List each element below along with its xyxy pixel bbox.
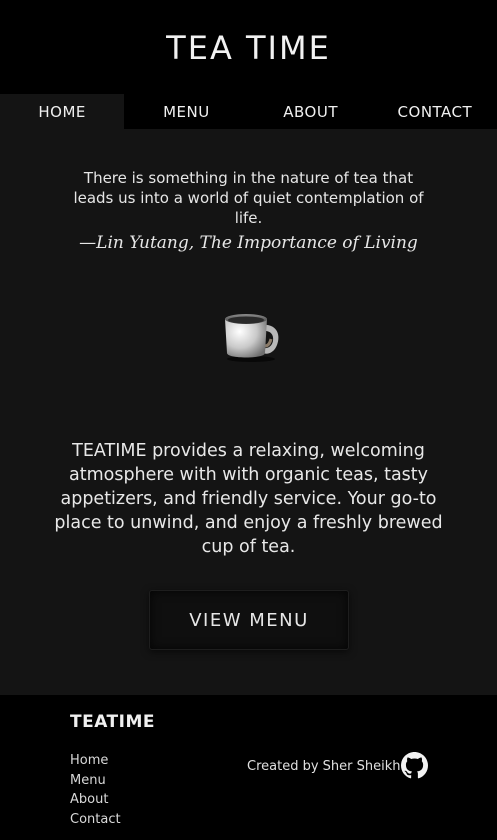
hero-section: There is something in the nature of tea …	[0, 129, 497, 695]
footer-link-contact[interactable]: Contact	[70, 810, 121, 830]
site-header: TEA TIME	[0, 0, 497, 94]
footer-link-home[interactable]: Home	[70, 751, 121, 771]
nav-item-menu[interactable]: MENU	[124, 94, 248, 129]
footer-nav: Home Menu About Contact	[70, 751, 121, 829]
site-footer: TEATIME Home Menu About Contact Created …	[0, 695, 497, 840]
nav-item-home[interactable]: HOME	[0, 94, 125, 129]
nav-item-about[interactable]: ABOUT	[249, 94, 373, 129]
tea-mug-icon	[221, 309, 283, 363]
credit-text: Created by Sher Sheikh	[247, 759, 401, 774]
hero-description: TEATIME provides a relaxing, welcoming a…	[54, 441, 443, 557]
nav-item-contact[interactable]: CONTACT	[373, 94, 497, 129]
hero-quote: There is something in the nature of tea …	[73, 169, 424, 227]
site-title: TEA TIME	[166, 29, 331, 67]
quote-attribution: —Lin Yutang, The Importance of Living	[79, 233, 418, 253]
footer-link-menu[interactable]: Menu	[70, 771, 121, 791]
footer-brand: TEATIME	[70, 712, 155, 732]
github-icon[interactable]	[401, 752, 428, 779]
main-nav: HOME MENU ABOUT CONTACT	[0, 94, 497, 129]
footer-link-about[interactable]: About	[70, 790, 121, 810]
view-menu-button[interactable]: VIEW MENU	[149, 590, 349, 650]
